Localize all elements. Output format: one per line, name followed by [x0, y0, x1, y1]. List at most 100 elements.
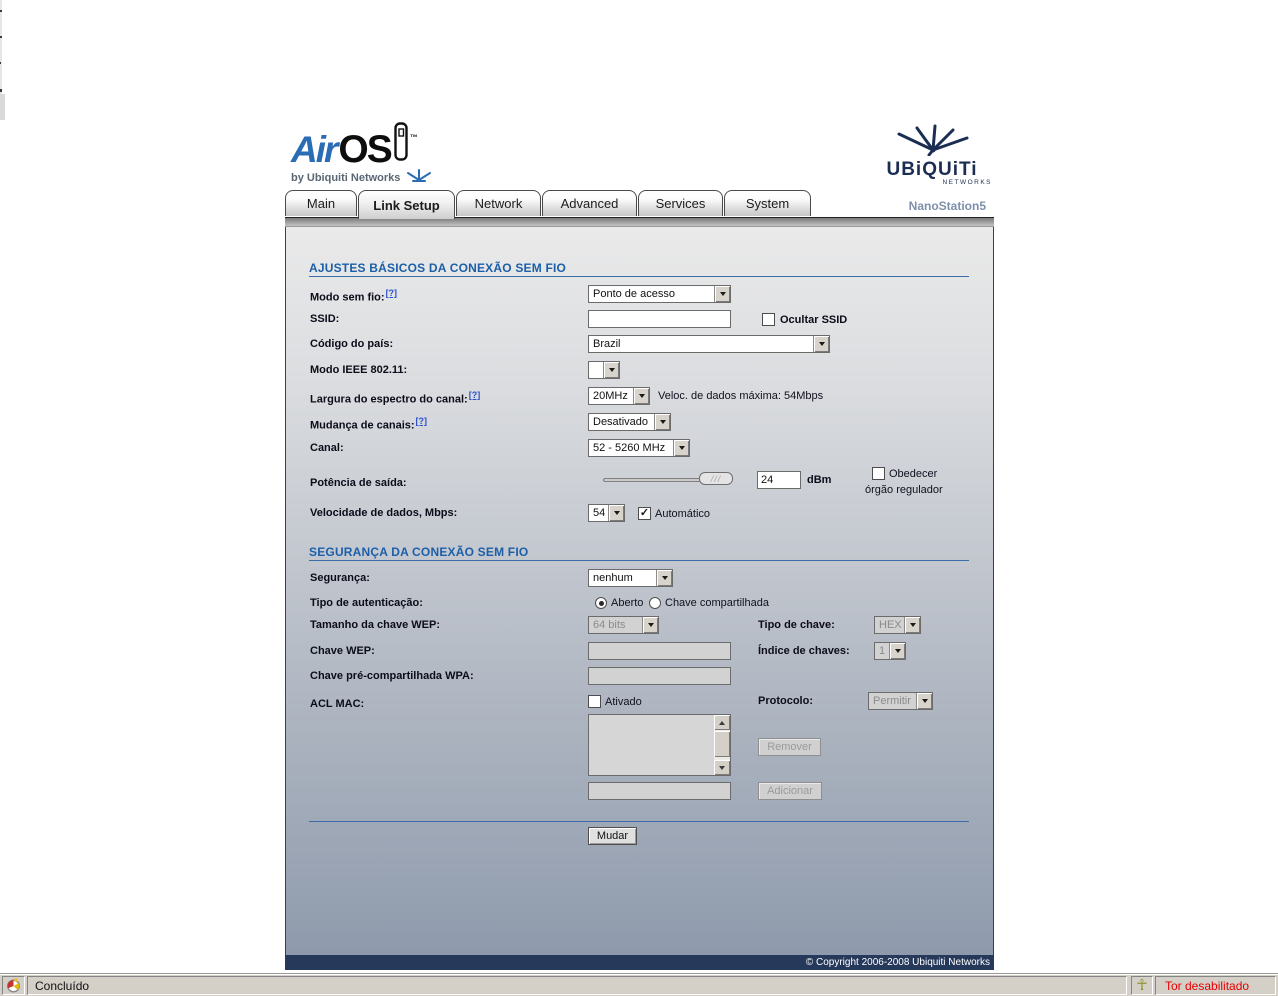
window-edge-tick	[0, 10, 2, 12]
channel-label: Canal:	[310, 442, 344, 454]
channel-shift-select[interactable]: Desativado	[588, 413, 671, 431]
obey-label: Obedecer	[889, 468, 938, 480]
output-power-input[interactable]	[757, 471, 801, 489]
scroll-up-button[interactable]	[714, 715, 730, 730]
status-text-panel: Concluído	[27, 976, 1127, 995]
antenna-icon	[405, 169, 433, 187]
tab-network[interactable]: Network	[456, 190, 541, 216]
tor-status-panel[interactable]: Tor desabilitado	[1155, 976, 1276, 995]
auth-type-label: Tipo de autenticação:	[310, 597, 423, 609]
security-mode-select[interactable]: nenhum	[588, 569, 673, 587]
security-mode-label: Segurança:	[310, 572, 370, 584]
nav-tabs: Main Link Setup Network Advanced Service…	[285, 190, 994, 219]
scrollbar-thumb[interactable]	[714, 731, 730, 757]
key-type-select: HEX	[874, 616, 921, 634]
status-icon-panel	[2, 976, 25, 995]
key-index-select: 1	[874, 642, 906, 660]
content-panel: AJUSTES BÁSICOS DA CONEXÃO SEM FIO Modo …	[285, 227, 994, 955]
auto-rate-label: Automático	[655, 508, 711, 520]
ubiquiti-logo: UBiQUiTi NETWORKS	[872, 124, 992, 186]
trademark-symbol: ™	[409, 133, 418, 142]
help-link[interactable]: [?]	[416, 416, 428, 426]
output-power-slider-handle[interactable]: ///	[699, 472, 733, 485]
chevron-down-icon	[894, 649, 901, 653]
airos-page: Air OS ™ by Ubiquiti Networks UBiQUiTi N…	[285, 120, 994, 970]
remove-button[interactable]: Remover	[758, 738, 821, 756]
auth-open-radio[interactable]	[595, 597, 607, 609]
status-text: Concluído	[35, 978, 90, 993]
protocol-label: Protocolo:	[758, 695, 813, 707]
chevron-down-icon	[613, 511, 620, 515]
tab-services[interactable]: Services	[638, 190, 723, 216]
ubiquiti-logo-sub: NETWORKS	[942, 179, 992, 186]
help-link[interactable]: [?]	[469, 390, 481, 400]
chevron-down-icon	[647, 623, 654, 627]
section-underline	[309, 560, 969, 561]
tab-link-setup[interactable]: Link Setup	[358, 190, 455, 219]
ankh-icon: ☥	[1136, 977, 1148, 994]
form-divider	[309, 821, 969, 822]
tor-status-text: Tor desabilitado	[1165, 978, 1250, 993]
wireless-mode-label: Modo sem fio:[?]	[310, 288, 398, 304]
dbm-unit-label: dBm	[807, 474, 832, 486]
chevron-down-icon	[661, 576, 668, 580]
chevron-down-icon	[921, 699, 928, 703]
help-link[interactable]: [?]	[386, 288, 398, 298]
hide-ssid-label: Ocultar SSID	[780, 314, 848, 326]
airos-logo: Air OS ™ by Ubiquiti Networks	[291, 122, 433, 187]
nanostation-device-icon	[394, 122, 409, 167]
acl-mac-listbox[interactable]	[588, 714, 731, 776]
scrollbar[interactable]	[714, 715, 730, 775]
arrow-down-icon	[719, 765, 725, 770]
country-select[interactable]: Brazil	[588, 335, 830, 353]
auth-shared-radio[interactable]	[649, 597, 661, 609]
tab-advanced[interactable]: Advanced	[542, 190, 637, 216]
scroll-down-button[interactable]	[714, 760, 730, 775]
acl-mac-input	[588, 782, 731, 800]
ssid-input[interactable]	[588, 310, 731, 328]
wireless-mode-select[interactable]: Ponto de acesso	[588, 285, 731, 303]
chevron-down-icon	[608, 368, 615, 372]
data-rate-select[interactable]: 54	[588, 504, 625, 522]
wpa-psk-input	[588, 667, 731, 685]
auth-open-label: Aberto	[611, 597, 644, 609]
wep-key-input	[588, 642, 731, 660]
channel-shift-label: Mudança de canais:[?]	[310, 416, 428, 432]
data-rate-label: Velocidade de dados, Mbps:	[310, 507, 458, 519]
airos-logo-air: Air	[291, 129, 338, 170]
acl-enabled-checkbox[interactable]	[588, 695, 601, 708]
auto-rate-checkbox[interactable]: ✓	[638, 507, 651, 520]
spectrum-width-label: Largura do espectro do canal:[?]	[310, 390, 481, 406]
chevron-down-icon	[818, 342, 825, 346]
spectrum-width-select[interactable]: 20MHz	[588, 387, 650, 405]
wpa-psk-label: Chave pré-compartilhada WPA:	[310, 670, 474, 682]
ubiquiti-antenna-icon	[897, 124, 969, 157]
output-power-label: Potência de saída:	[310, 477, 407, 489]
ubiquiti-logo-text: UBiQUiTi	[886, 159, 978, 180]
window-edge-strip	[0, 94, 5, 120]
change-button[interactable]: Mudar	[588, 827, 637, 845]
window-edge-tick	[0, 36, 2, 38]
country-code-label: Código do país:	[310, 338, 394, 350]
tor-icon-panel[interactable]: ☥	[1131, 976, 1153, 995]
copyright-bar: © Copyright 2006-2008 Ubiquiti Networks	[285, 955, 994, 970]
tab-main[interactable]: Main	[285, 190, 357, 216]
add-button[interactable]: Adicionar	[758, 782, 822, 800]
ssid-label: SSID:	[310, 313, 340, 325]
tab-system[interactable]: System	[724, 190, 811, 216]
chevron-down-icon	[678, 446, 685, 450]
wep-key-length-label: Tamanho da chave WEP:	[310, 619, 440, 631]
chevron-down-icon	[659, 420, 666, 424]
chevron-down-icon	[719, 292, 726, 296]
auth-shared-label: Chave compartilhada	[665, 597, 769, 609]
header: Air OS ™ by Ubiquiti Networks UBiQUiTi N…	[285, 120, 994, 213]
protocol-select: Permitir	[868, 692, 933, 710]
max-data-rate-note: Veloc. de dados máxima: 54Mbps	[658, 390, 824, 402]
chevron-down-icon	[638, 394, 645, 398]
obey-regulatory-checkbox[interactable]	[872, 467, 885, 480]
ieee-mode-select[interactable]	[588, 361, 620, 379]
channel-select[interactable]: 52 - 5260 MHz	[588, 439, 690, 457]
hide-ssid-checkbox[interactable]	[762, 313, 775, 326]
obey-label-2: órgão regulador	[865, 484, 943, 496]
browser-status-bar: Concluído ☥ Tor desabilitado	[0, 973, 1278, 996]
